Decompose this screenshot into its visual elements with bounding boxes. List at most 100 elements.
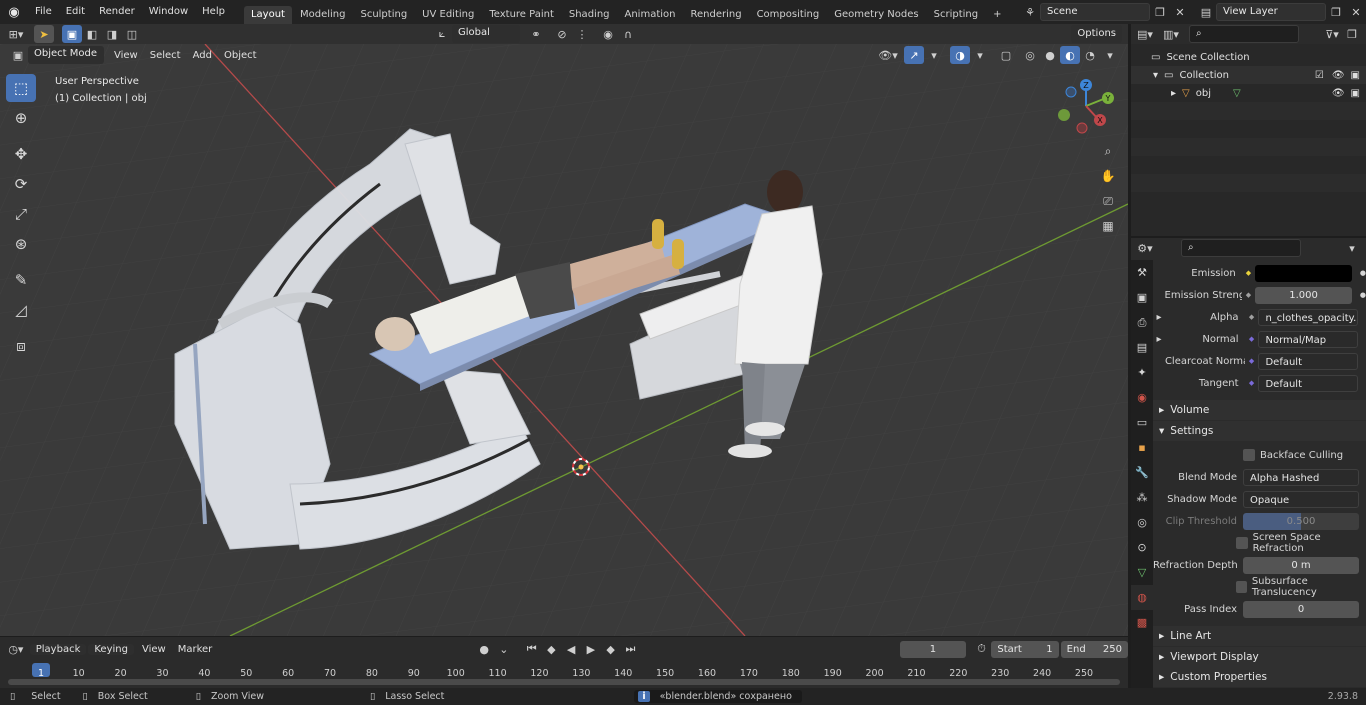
navigation-gizmo[interactable]: Z Y X [1052,76,1120,136]
visibility-eye-icon[interactable]: 👁 [1332,70,1345,81]
tool-tab-icon[interactable]: ⚒ [1131,260,1153,285]
tab-texture-paint[interactable]: Texture Paint [482,6,561,24]
menu-help[interactable]: Help [195,0,232,24]
custom-properties-panel-header[interactable]: ▸ Custom Properties [1153,667,1366,687]
socket-icon[interactable]: ◆ [1245,335,1259,343]
pivot-point-icon[interactable]: ⚭ [526,25,546,43]
gizmo-options-icon[interactable]: ▾ [924,46,944,64]
menu-edit[interactable]: Edit [59,0,92,24]
new-collection-icon[interactable]: ❐ [1342,25,1362,43]
prop-value-field[interactable]: Default [1258,352,1358,370]
display-mode-icon[interactable]: ▥▾ [1161,25,1181,43]
new-view-layer-icon[interactable]: ❐ [1326,3,1346,21]
world-tab-icon[interactable]: ◉ [1131,385,1153,410]
xray-icon[interactable]: ▢ [996,46,1016,64]
material-tab-icon[interactable]: ◍ [1131,585,1153,610]
output-tab-icon[interactable]: ⎙ [1131,310,1153,335]
visibility-icon[interactable]: 👁▾ [878,46,898,64]
visibility-eye-icon[interactable]: 👁 [1332,88,1345,99]
expand-arrow-icon[interactable]: ▾ [1153,70,1158,81]
tab-uv-editing[interactable]: UV Editing [415,6,481,24]
object-tab-icon[interactable]: ▪ [1131,435,1153,460]
scene-field[interactable]: Scene [1040,3,1150,21]
viewport-menu-add[interactable]: Add [187,50,218,61]
snap-target-icon[interactable]: ⋮ [572,25,592,43]
menu-render[interactable]: Render [92,0,142,24]
backface-checkbox[interactable] [1243,449,1255,461]
sss-row[interactable]: Subsurface Translucency [1153,576,1366,598]
transform-orientation-dropdown[interactable]: Global [452,25,520,43]
menu-window[interactable]: Window [142,0,195,24]
measure-tool-icon[interactable]: ◿ [6,296,36,324]
cursor-tool-icon[interactable]: ⊕ [6,104,36,132]
options-button[interactable]: Options [1071,25,1122,43]
shading-material-icon[interactable]: ◐ [1060,46,1080,64]
backface-culling-row[interactable]: Backface Culling [1153,445,1366,465]
filter-icon[interactable]: ⊽▾ [1322,25,1342,43]
outliner-editor-icon[interactable]: ▤▾ [1135,25,1155,43]
transform-tool-icon[interactable]: ⊛ [6,230,36,258]
properties-search[interactable]: ⌕ [1181,239,1301,257]
line-art-panel-header[interactable]: ▸ Line Art [1153,626,1366,646]
blender-logo-icon[interactable]: ◉ [0,5,28,20]
pan-hand-icon[interactable]: ✋ [1097,165,1119,187]
ortho-grid-icon[interactable]: ▦ [1097,215,1119,237]
select-intersect-icon[interactable]: ◫ [122,25,142,43]
snap-icon[interactable]: ⊘ [552,25,572,43]
physics-tab-icon[interactable]: ◎ [1131,510,1153,535]
mode-dropdown[interactable]: Object Mode [28,46,104,64]
viewport-display-panel-header[interactable]: ▸ Viewport Display [1153,647,1366,667]
move-tool-icon[interactable]: ✥ [6,140,36,168]
properties-options-icon[interactable]: ▾ [1342,239,1362,257]
rotate-tool-icon[interactable]: ⟳ [6,170,36,198]
expand-arrow-icon[interactable]: ▸ [1153,312,1165,323]
render-camera-icon[interactable]: ▣ [1351,88,1360,99]
outliner-row-scene[interactable]: ▭ Scene Collection [1131,48,1366,66]
add-workspace-button[interactable]: + [986,6,1008,24]
timeline-scrollbar[interactable] [8,679,1120,685]
select-tool-icon[interactable]: ➤ [34,25,54,43]
tab-animation[interactable]: Animation [618,6,683,24]
socket-icon[interactable]: ◆ [1245,313,1259,321]
shading-wireframe-icon[interactable]: ◎ [1020,46,1040,64]
gizmo-toggle-icon[interactable]: ↗ [904,46,924,64]
expand-arrow-icon[interactable]: ▸ [1171,88,1176,99]
outliner-row-obj[interactable]: ▸ ▽ obj ▽ 👁 ▣ [1131,84,1366,102]
mode-icon[interactable]: ▣ [8,46,28,64]
select-box-tool-icon[interactable]: ⬚ [6,74,36,102]
refraction-depth-field[interactable]: 0 m [1243,556,1359,574]
add-cube-tool-icon[interactable]: ⧈ [6,332,36,360]
keyframe-dot-icon[interactable]: ● [1360,269,1366,277]
viewport-menu-select[interactable]: Select [144,50,187,61]
render-tab-icon[interactable]: ▣ [1131,285,1153,310]
collection-tab-icon[interactable]: ▭ [1131,410,1153,435]
select-subtract-icon[interactable]: ◨ [102,25,122,43]
modifier-tab-icon[interactable]: 🔧 [1131,460,1153,485]
view-layer-tab-icon[interactable]: ▤ [1131,335,1153,360]
select-new-icon[interactable]: ▣ [62,25,82,43]
socket-icon[interactable]: ◆ [1245,379,1259,387]
delete-scene-icon[interactable]: ✕ [1170,3,1190,21]
camera-view-icon[interactable]: ⎚ [1097,190,1119,212]
tab-geometry-nodes[interactable]: Geometry Nodes [827,6,925,24]
tab-sculpting[interactable]: Sculpting [353,6,414,24]
tab-rendering[interactable]: Rendering [683,6,748,24]
view-layer-field[interactable]: View Layer [1216,3,1326,21]
clip-threshold-slider[interactable]: 0.500 [1243,512,1359,530]
settings-panel-header[interactable]: ▾ Settings [1153,421,1366,441]
annotate-tool-icon[interactable]: ✎ [6,266,36,294]
keyframe-dot-icon[interactable]: ● [1360,291,1366,299]
tab-shading[interactable]: Shading [562,6,617,24]
include-checkbox-icon[interactable]: ☑ [1315,70,1324,81]
scene-tab-icon[interactable]: ✦ [1131,360,1153,385]
render-camera-icon[interactable]: ▣ [1351,70,1360,81]
shading-rendered-icon[interactable]: ◔ [1080,46,1100,64]
new-scene-icon[interactable]: ❐ [1150,3,1170,21]
data-tab-icon[interactable]: ▽ [1131,560,1153,585]
socket-icon[interactable]: ◆ [1242,291,1255,299]
outliner-search[interactable]: ⌕ [1189,25,1299,43]
shading-solid-icon[interactable]: ● [1040,46,1060,64]
tab-compositing[interactable]: Compositing [750,6,827,24]
outliner-row-collection[interactable]: ▾ ▭ Collection ☑ 👁 ▣ [1131,66,1366,84]
ssr-checkbox[interactable] [1236,537,1248,549]
